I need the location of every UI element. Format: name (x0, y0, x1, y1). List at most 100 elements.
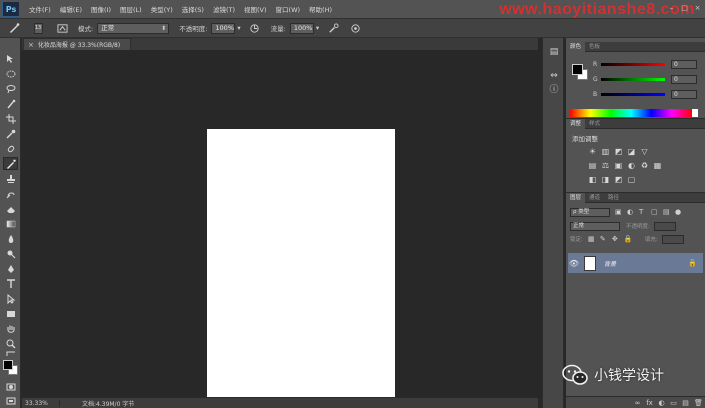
blue-value-field[interactable]: 0 (671, 90, 697, 99)
quick-mask-icon[interactable] (3, 380, 18, 393)
menu-window[interactable]: 窗口(W) (276, 4, 301, 14)
path-selection-tool-icon[interactable] (3, 292, 18, 305)
lasso-tool-icon[interactable] (3, 82, 18, 95)
menu-select[interactable]: 选择(S) (182, 4, 204, 14)
document-canvas[interactable] (207, 129, 395, 408)
filter-pixel-icon[interactable]: ▣ (615, 208, 622, 216)
link-layers-icon[interactable]: ∞ (634, 399, 641, 407)
tab-styles[interactable]: 样式 (585, 119, 604, 129)
history-panel-icon[interactable]: ▤ (548, 46, 560, 58)
filter-type-icon[interactable]: T (639, 208, 646, 216)
eye-icon[interactable]: 👁 (568, 259, 580, 268)
layer-filter-select[interactable]: ρ 类型 (570, 207, 610, 217)
dodge-tool-icon[interactable] (3, 247, 18, 260)
threshold-icon[interactable]: ◩ (614, 175, 623, 184)
black-white-icon[interactable]: ▣ (614, 161, 623, 170)
brush-tool-preset-icon[interactable] (6, 21, 22, 35)
exposure-icon[interactable]: ◪ (627, 147, 636, 156)
tab-swatches[interactable]: 色板 (585, 42, 604, 52)
posterize-icon[interactable]: ◨ (601, 175, 610, 184)
layer-opacity-field[interactable] (653, 221, 676, 231)
gradient-map-icon[interactable]: ▢ (627, 175, 636, 184)
flow-field[interactable]: 100% (289, 22, 314, 34)
brush-size-picker[interactable]: 13 (28, 21, 48, 35)
flow-dropdown-icon[interactable]: ▾ (316, 24, 319, 32)
fill-field[interactable] (661, 234, 684, 244)
type-tool-icon[interactable] (3, 277, 18, 290)
tab-layers[interactable]: 图层 (566, 192, 586, 203)
color-balance-icon[interactable]: ⚖ (601, 161, 610, 170)
brightness-contrast-icon[interactable]: ☀ (588, 147, 597, 156)
blur-tool-icon[interactable] (3, 232, 18, 245)
delete-layer-icon[interactable]: 🗑 (694, 399, 703, 407)
screen-mode-icon[interactable] (3, 394, 18, 407)
menu-image[interactable]: 图像(I) (91, 4, 111, 14)
opacity-dropdown-icon[interactable]: ▾ (237, 24, 240, 32)
green-slider-track[interactable] (601, 78, 665, 81)
color-panel-foreground-swatch[interactable] (572, 64, 583, 75)
canvas-workspace[interactable] (22, 50, 538, 408)
new-group-icon[interactable]: ▭ (670, 399, 677, 407)
brush-tool-icon[interactable] (3, 157, 18, 170)
info-panel-icon[interactable]: ⓘ (548, 84, 560, 96)
foreground-color-swatch[interactable] (3, 360, 13, 370)
invert-icon[interactable]: ◧ (588, 175, 597, 184)
lock-all-icon[interactable]: 🔒 (624, 235, 633, 243)
green-value-field[interactable]: 0 (671, 75, 697, 84)
menu-filter[interactable]: 滤镜(T) (213, 4, 235, 14)
filter-toggle-icon[interactable]: ● (675, 208, 682, 216)
brush-panel-toggle-icon[interactable] (54, 21, 70, 35)
channel-mixer-icon[interactable]: ♻ (640, 161, 649, 170)
minimize-button[interactable]: – (667, 4, 676, 12)
gradient-tool-icon[interactable] (3, 217, 18, 230)
photo-filter-icon[interactable]: ◐ (627, 161, 636, 170)
menu-layer[interactable]: 图层(L) (120, 4, 142, 14)
pressure-size-icon[interactable] (347, 21, 363, 35)
tab-adjustments[interactable]: 调整 (566, 118, 586, 129)
close-button[interactable]: × (693, 4, 702, 12)
swap-colors-icon[interactable] (3, 350, 18, 358)
menu-file[interactable]: 文件(F) (29, 4, 51, 14)
close-tab-icon[interactable]: × (28, 41, 34, 49)
hand-tool-icon[interactable] (3, 322, 18, 335)
menu-type[interactable]: 类型(Y) (151, 4, 173, 14)
lock-transparency-icon[interactable]: ▦ (588, 235, 595, 243)
menu-edit[interactable]: 编辑(E) (60, 4, 82, 14)
filter-smart-object-icon[interactable]: ▤ (663, 208, 670, 216)
marquee-tool-icon[interactable] (3, 67, 18, 80)
add-mask-icon[interactable]: ◐ (658, 399, 665, 407)
curves-icon[interactable]: ◩ (614, 147, 623, 156)
healing-brush-tool-icon[interactable] (3, 142, 18, 155)
color-lookup-icon[interactable]: ▦ (653, 161, 662, 170)
layer-name[interactable]: 背景 (604, 259, 616, 268)
history-brush-tool-icon[interactable] (3, 187, 18, 200)
zoom-level-field[interactable]: 33.33% (22, 399, 60, 407)
shape-tool-icon[interactable] (3, 307, 18, 320)
document-tab[interactable]: × 化妆品海报 @ 33.3%(RGB/8) (23, 38, 131, 50)
color-spectrum-ramp[interactable] (570, 109, 692, 117)
zoom-tool-icon[interactable] (3, 337, 18, 350)
airbrush-icon[interactable] (325, 21, 341, 35)
properties-panel-icon[interactable]: ⇔ (548, 70, 560, 82)
red-value-field[interactable]: 0 (671, 60, 697, 69)
move-tool-icon[interactable] (3, 52, 18, 65)
tab-paths[interactable]: 路径 (604, 193, 623, 203)
mode-select[interactable]: 正常 ⬍ (97, 22, 170, 34)
menu-help[interactable]: 帮助(H) (309, 4, 332, 14)
layer-style-icon[interactable]: fx (646, 399, 653, 407)
lock-pixels-icon[interactable]: ✎ (600, 235, 607, 243)
blend-mode-select[interactable]: 正常 (570, 221, 620, 231)
new-layer-icon[interactable]: ▤ (682, 399, 689, 407)
layer-row-background[interactable]: 👁 背景 🔒 (568, 253, 703, 273)
lock-position-icon[interactable]: ✥ (612, 235, 619, 243)
pressure-opacity-icon[interactable] (247, 21, 263, 35)
opacity-field[interactable]: 100% (211, 22, 236, 34)
eraser-tool-icon[interactable] (3, 202, 18, 215)
filter-shape-icon[interactable]: ▢ (651, 208, 658, 216)
eyedropper-tool-icon[interactable] (3, 127, 18, 140)
menu-view[interactable]: 视图(V) (244, 4, 267, 14)
clone-stamp-tool-icon[interactable] (3, 172, 18, 185)
tab-channels[interactable]: 通道 (585, 193, 604, 203)
levels-icon[interactable]: ▥ (601, 147, 610, 156)
hue-saturation-icon[interactable]: ▤ (588, 161, 597, 170)
